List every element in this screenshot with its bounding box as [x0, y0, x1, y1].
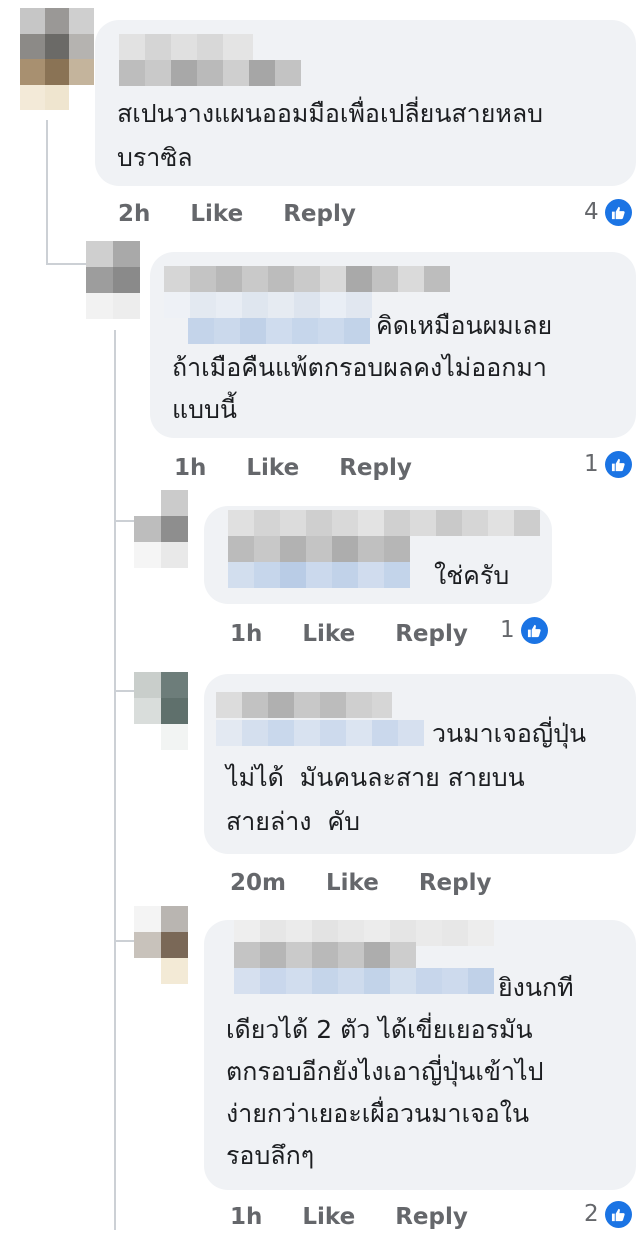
- mentioned-user[interactable]: [164, 292, 372, 318]
- reaction-number: 1: [584, 451, 599, 477]
- reply-link[interactable]: Reply: [283, 201, 356, 227]
- comment-text: เดียวได้ 2 ตัว ได้เขี่ยเยอรมัน: [226, 1015, 533, 1044]
- comment-text: ใช่ครับ: [434, 561, 510, 590]
- author-name[interactable]: [234, 942, 416, 968]
- thumbs-up-icon: [604, 450, 632, 478]
- thumbs-up-icon: [604, 198, 632, 226]
- author-name[interactable]: [228, 510, 540, 536]
- author-name[interactable]: [228, 536, 410, 562]
- comment-text: สเปนวางแผนออมมือเพื่อเปลี่ยนสายหลบ: [117, 99, 544, 128]
- reaction-number: 2: [584, 1201, 599, 1227]
- comment-bubble: คิดเหมือนผมเลย ถ้าเมือคืนแพ้ตกรอบผลคงไม่…: [150, 252, 636, 438]
- reply-link[interactable]: Reply: [395, 621, 468, 647]
- reaction-count[interactable]: 4: [584, 196, 632, 228]
- comment-actions: 20m Like Reply: [230, 867, 491, 899]
- comment-text: ตกรอบอีกยังไงเอาญี่ปุ่นเข้าไป: [226, 1057, 544, 1086]
- mentioned-user[interactable]: [234, 968, 494, 994]
- timestamp[interactable]: 1h: [230, 1204, 262, 1230]
- thumbs-up-icon: [520, 616, 548, 644]
- reaction-count[interactable]: 2: [584, 1198, 632, 1230]
- mentioned-user[interactable]: [188, 318, 370, 344]
- comment-text: รอบลึกๆ: [226, 1141, 315, 1170]
- timestamp[interactable]: 1h: [174, 455, 206, 481]
- timestamp[interactable]: 20m: [230, 870, 286, 896]
- comment-actions: 1h Like Reply: [230, 1201, 468, 1233]
- reaction-count[interactable]: 1: [500, 614, 548, 646]
- thread-line: [114, 330, 116, 1230]
- author-name[interactable]: [164, 266, 450, 292]
- comment-actions: 1h Like Reply: [230, 618, 468, 650]
- comment-bubble: ยิงนกที เดียวได้ 2 ตัว ได้เขี่ยเยอรมัน ต…: [204, 920, 636, 1190]
- reaction-number: 4: [584, 199, 599, 225]
- like-link[interactable]: Like: [302, 1204, 355, 1230]
- thread-line: [46, 120, 48, 265]
- like-link[interactable]: Like: [246, 455, 299, 481]
- author-name[interactable]: [119, 60, 301, 86]
- avatar[interactable]: [134, 906, 188, 984]
- like-link[interactable]: Like: [190, 201, 243, 227]
- avatar[interactable]: [20, 8, 94, 110]
- timestamp[interactable]: 2h: [118, 201, 150, 227]
- comment-text: ง่ายกว่าเยอะเผื่อวนมาเจอใน: [226, 1099, 530, 1128]
- thumbs-up-icon: [604, 1200, 632, 1228]
- mentioned-user[interactable]: [216, 720, 424, 746]
- reply-link[interactable]: Reply: [395, 1204, 468, 1230]
- avatar[interactable]: [134, 672, 188, 750]
- reaction-number: 1: [500, 617, 515, 643]
- reaction-count[interactable]: 1: [584, 448, 632, 480]
- comment-bubble: สเปนวางแผนออมมือเพื่อเปลี่ยนสายหลบ บราซิ…: [95, 20, 636, 186]
- author-name[interactable]: [216, 692, 392, 718]
- avatar[interactable]: [134, 490, 188, 568]
- mentioned-user[interactable]: [228, 562, 410, 588]
- reply-link[interactable]: Reply: [339, 455, 412, 481]
- comment-actions: 2h Like Reply: [118, 198, 356, 230]
- like-link[interactable]: Like: [302, 621, 355, 647]
- avatar[interactable]: [86, 241, 140, 319]
- comment-text: แบบนี้: [172, 395, 237, 424]
- comment-text: วนมาเจอญี่ปุ่น: [432, 719, 587, 748]
- author-name[interactable]: [119, 34, 253, 60]
- comment-actions: 1h Like Reply: [174, 452, 412, 484]
- reply-link[interactable]: Reply: [419, 870, 492, 896]
- comment-text: ไม่ได้ มันคนละสาย สายบน: [226, 763, 525, 792]
- comment-bubble: ใช่ครับ: [204, 506, 552, 604]
- comment-bubble: วนมาเจอญี่ปุ่น ไม่ได้ มันคนละสาย สายบน ส…: [204, 674, 636, 854]
- like-link[interactable]: Like: [326, 870, 379, 896]
- comment-text: บราซิล: [117, 143, 193, 172]
- comment-text: สายล่าง คับ: [226, 807, 360, 836]
- comment-text: ยิงนกที: [498, 973, 574, 1002]
- comment-text: คิดเหมือนผมเลย: [376, 311, 553, 340]
- timestamp[interactable]: 1h: [230, 621, 262, 647]
- comment-text: ถ้าเมือคืนแพ้ตกรอบผลคงไม่ออกมา: [172, 353, 547, 382]
